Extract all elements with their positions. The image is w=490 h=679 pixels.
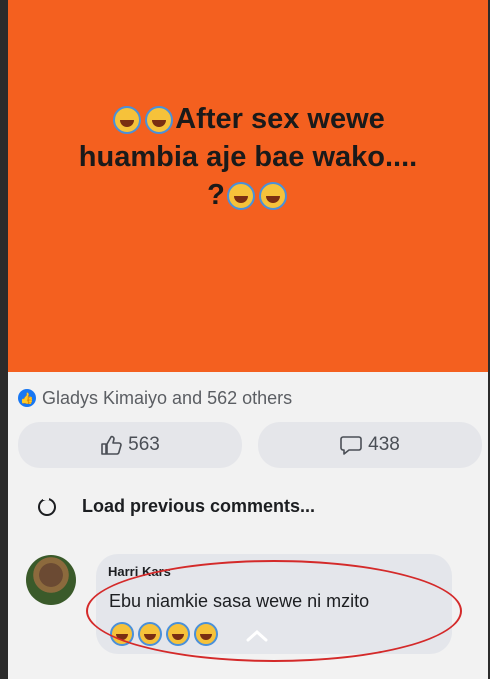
comment-count: 438 — [368, 434, 400, 455]
laughing-emoji-icon — [145, 106, 174, 135]
laughing-emoji-icon — [194, 622, 218, 646]
comment-button[interactable]: 438 — [258, 422, 482, 468]
reaction-summary[interactable]: 👍 Gladys Kimaiyo and 562 others — [18, 385, 292, 411]
avatar[interactable] — [26, 555, 76, 605]
post-line-1: After sex wewe — [175, 103, 385, 135]
comment-author[interactable]: Harri Kars — [108, 564, 171, 579]
post-frame: After sex wewe huambia aje bae wako.... … — [8, 0, 488, 679]
comment-emojis — [110, 622, 218, 646]
laughing-emoji-icon — [226, 182, 255, 211]
speech-bubble-icon — [340, 436, 362, 455]
laughing-emoji-icon — [258, 182, 287, 211]
post-image[interactable]: After sex wewe huambia aje bae wako.... … — [8, 0, 488, 372]
thumbs-up-icon — [101, 435, 122, 455]
laughing-emoji-icon — [138, 622, 162, 646]
load-previous-label: Load previous comments... — [82, 496, 316, 516]
chevron-up-icon — [246, 630, 268, 642]
post-line-2: huambia aje bae wako.... — [78, 141, 418, 173]
like-count: 563 — [128, 434, 160, 455]
laughing-emoji-icon — [110, 622, 134, 646]
laughing-emoji-icon — [113, 106, 142, 135]
laughing-emoji-icon — [166, 622, 190, 646]
load-previous-comments[interactable]: Load previous comments... — [38, 495, 316, 517]
like-reaction-icon: 👍 — [18, 389, 36, 407]
like-button[interactable]: 563 — [18, 422, 242, 468]
post-caption: After sex wewe huambia aje bae wako.... … — [48, 100, 448, 214]
reaction-summary-text: Gladys Kimaiyo and 562 others — [42, 387, 293, 408]
comment-text: Ebu niamkie sasa wewe ni mzito — [109, 591, 370, 611]
post-line-3: ? — [207, 179, 225, 211]
refresh-icon — [38, 495, 56, 516]
